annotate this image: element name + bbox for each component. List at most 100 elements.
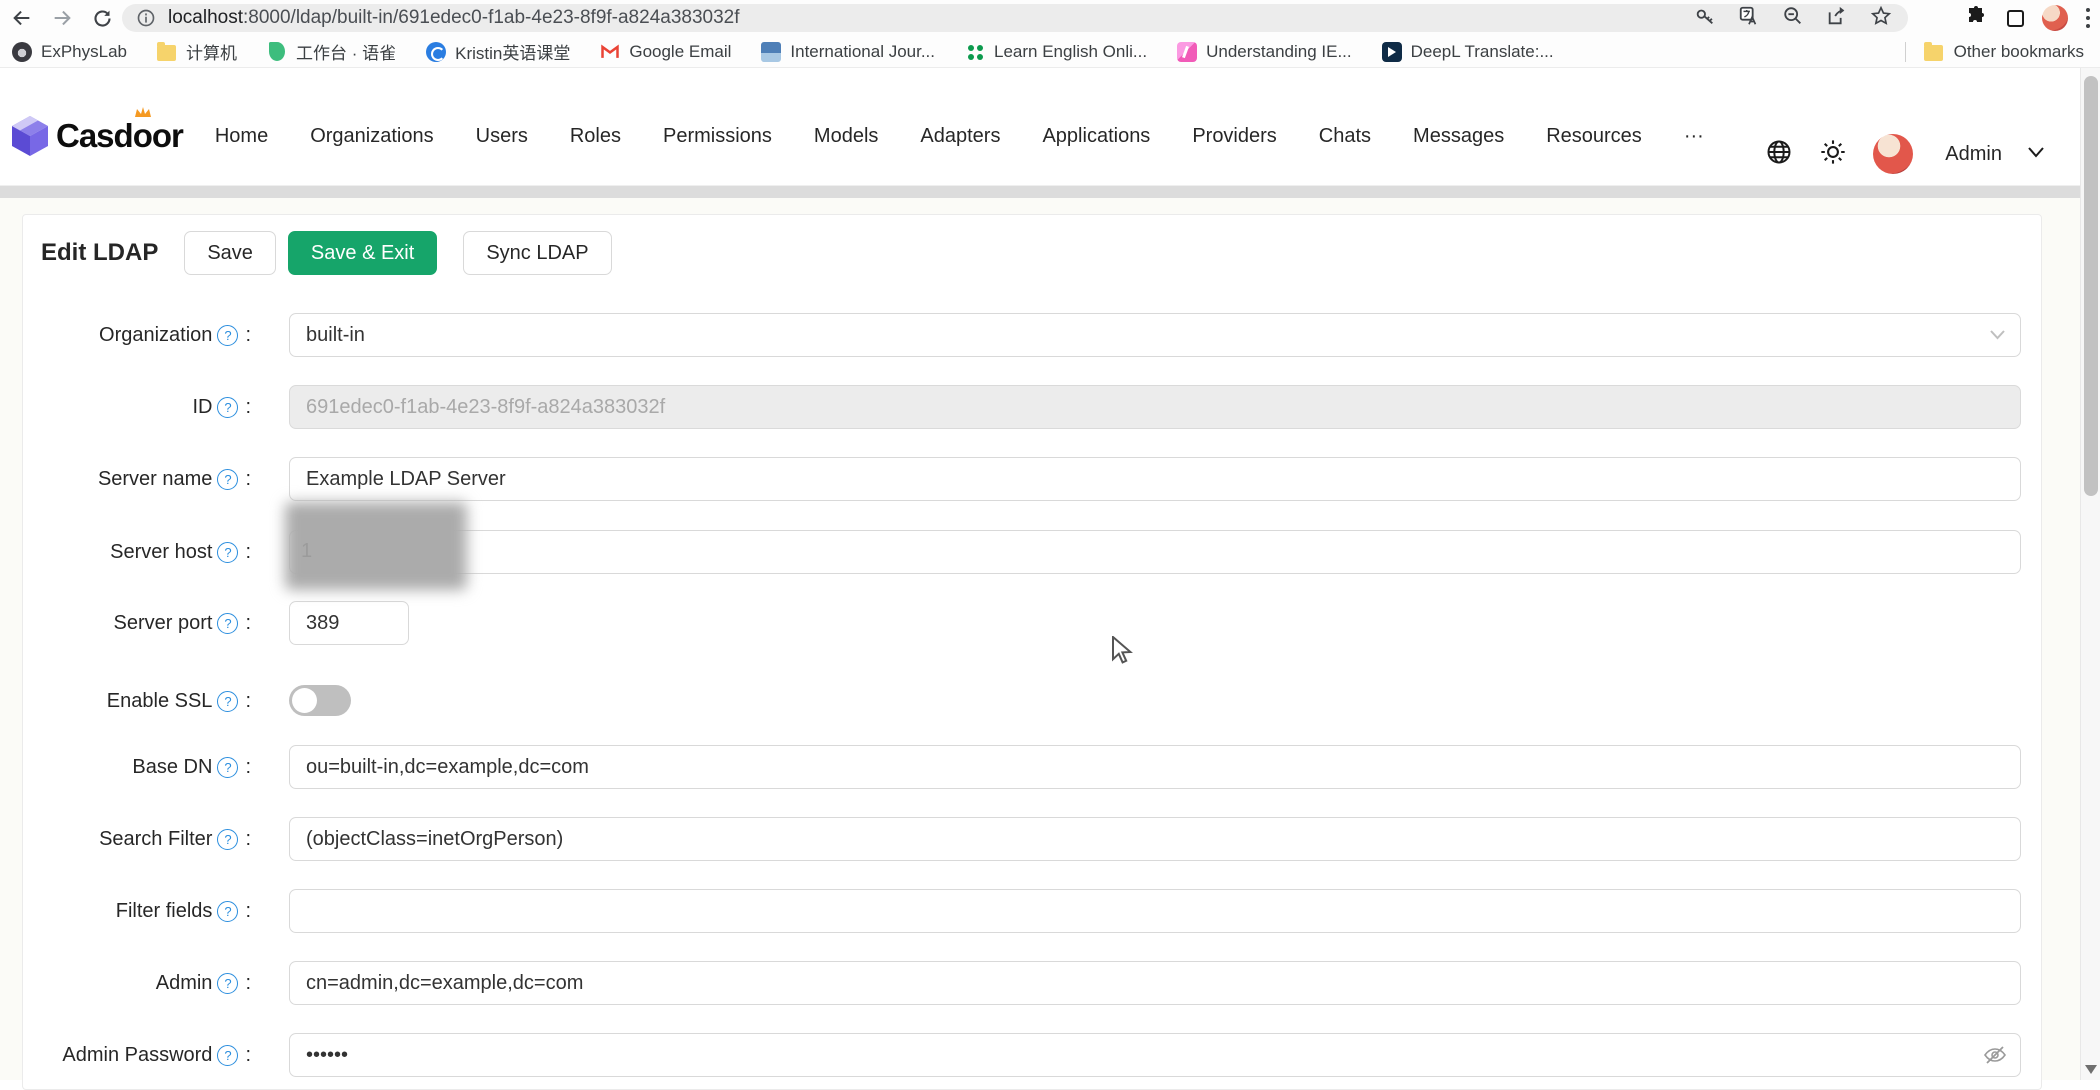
help-icon[interactable] [217,829,238,850]
server-port-label: Server port [114,612,213,635]
nav-item-home[interactable]: Home [215,125,268,148]
theme-sun-icon[interactable] [1819,138,1847,171]
share-icon[interactable] [1826,5,1848,32]
bookmark-understanding-ie[interactable]: Understanding IE... [1177,42,1352,62]
forward-icon[interactable] [48,4,76,32]
help-icon[interactable] [217,901,238,922]
form-row-search-filter: Search Filter [23,817,2043,861]
back-icon[interactable] [8,4,36,32]
browser-profile-avatar[interactable] [2042,5,2068,31]
user-avatar[interactable] [1873,134,1913,174]
help-icon[interactable] [217,469,238,490]
help-icon[interactable] [217,757,238,778]
nav-item-users[interactable]: Users [476,125,528,148]
server-name-input[interactable] [289,457,2021,501]
admin-input[interactable] [289,961,2021,1005]
server-host-hint: 1 [301,540,312,563]
reload-icon[interactable] [88,4,116,32]
filter-fields-label: Filter fields [116,900,213,923]
page-title: Edit LDAP [41,239,158,267]
nav-item-resources[interactable]: Resources [1546,125,1642,148]
password-key-icon[interactable] [1694,5,1716,32]
site-info-icon[interactable] [136,8,156,28]
save-button[interactable]: Save [184,231,276,275]
zoom-out-icon[interactable] [1782,5,1804,32]
base-dn-input[interactable] [289,745,2021,789]
base-dn-label: Base DN [132,756,212,779]
admin-password-label: Admin Password [62,1044,212,1067]
nav-item-organizations[interactable]: Organizations [310,125,433,148]
deepl-icon [1382,42,1402,62]
bookmark-journal[interactable]: International Jour... [761,42,935,62]
bookmark-star-icon[interactable] [1870,5,1892,32]
organization-select[interactable]: built-in [289,313,2021,357]
browser-menu-icon[interactable] [2086,16,2090,20]
bookmark-exphyslab[interactable]: ExPhysLab [12,42,127,62]
help-icon[interactable] [217,542,238,563]
search-filter-label: Search Filter [99,828,212,851]
form-row-server-name: Server name [23,457,2043,501]
form-row-base-dn: Base DN [23,745,2043,789]
nav-item-models[interactable]: Models [814,125,878,148]
language-globe-icon[interactable] [1765,138,1793,171]
casdoor-logo[interactable]: Casdoor [10,114,183,158]
nav-item-permissions[interactable]: Permissions [663,125,772,148]
bookmark-yuque[interactable]: 工作台 · 语雀 [267,39,396,64]
form-row-filter-fields: Filter fields [23,889,2043,933]
browser-toolbar: localhost:8000/ldap/built-in/691edec0-f1… [0,0,2100,36]
nav-item-messages[interactable]: Messages [1413,125,1504,148]
nav-item-chats[interactable]: Chats [1319,125,1371,148]
extensions-puzzle-icon[interactable] [1965,4,1989,33]
enable-ssl-toggle[interactable] [289,685,351,716]
form-row-server-host: Server host 1 [23,530,2043,574]
url-host: localhost [168,7,243,28]
bookmark-learn-english[interactable]: Learn English Onli... [965,42,1147,62]
server-port-input[interactable] [289,601,409,645]
admin-label: Admin [156,972,213,995]
scrollbar-thumb[interactable] [2084,76,2098,496]
nav-item-more[interactable]: ··· [1684,125,1704,148]
help-icon[interactable] [217,691,238,712]
filter-fields-input[interactable] [289,889,2021,933]
gmail-icon [600,42,620,62]
chevron-down-icon[interactable] [2028,145,2044,163]
sync-ldap-button[interactable]: Sync LDAP [463,231,611,275]
help-icon[interactable] [217,325,238,346]
form-row-admin: Admin [23,961,2043,1005]
nav-item-providers[interactable]: Providers [1192,125,1276,148]
other-bookmarks[interactable]: Other bookmarks [1905,36,2084,68]
bookmark-kristin[interactable]: Kristin英语课堂 [426,39,570,64]
form-row-enable-ssl: Enable SSL [23,679,2043,723]
help-icon[interactable] [217,613,238,634]
redaction-blur [285,502,467,590]
address-bar[interactable]: localhost:8000/ldap/built-in/691edec0-f1… [122,4,1908,32]
url-path: :8000/ldap/built-in/691edec0-f1ab-4e23-8… [243,7,740,28]
help-icon[interactable] [217,1045,238,1066]
help-icon[interactable] [217,397,238,418]
nav-item-applications[interactable]: Applications [1042,125,1150,148]
server-host-input[interactable] [289,530,2021,574]
eye-slash-icon[interactable] [1983,1044,2007,1071]
reading-mode-icon[interactable] [2007,10,2024,27]
edit-ldap-card: Edit LDAP Save Save & Exit Sync LDAP Org… [22,214,2042,1090]
yuque-icon [267,42,287,62]
admin-password-input[interactable] [289,1033,2021,1077]
bookmark-deepl[interactable]: DeepL Translate:... [1382,42,1554,62]
bookmark-computer[interactable]: 计算机 [157,39,237,64]
page-scrollbar[interactable] [2080,68,2100,1080]
help-icon[interactable] [217,973,238,994]
kristin-icon [426,42,446,62]
scrollbar-down-arrow[interactable] [2085,1065,2097,1074]
select-chevron-icon [1990,327,2005,345]
search-filter-input[interactable] [289,817,2021,861]
nav-item-roles[interactable]: Roles [570,125,621,148]
casdoor-navbar: Casdoor Home Organizations Users Roles P… [0,68,2100,186]
nav-item-adapters[interactable]: Adapters [920,125,1000,148]
save-exit-button[interactable]: Save & Exit [288,231,437,275]
translate-icon[interactable] [1738,5,1760,32]
form-row-id: ID [23,385,2043,429]
dots-grid-icon [965,42,985,62]
username[interactable]: Admin [1945,143,2002,166]
bookmarks-separator [1905,42,1906,62]
bookmark-gmail[interactable]: Google Email [600,42,731,62]
